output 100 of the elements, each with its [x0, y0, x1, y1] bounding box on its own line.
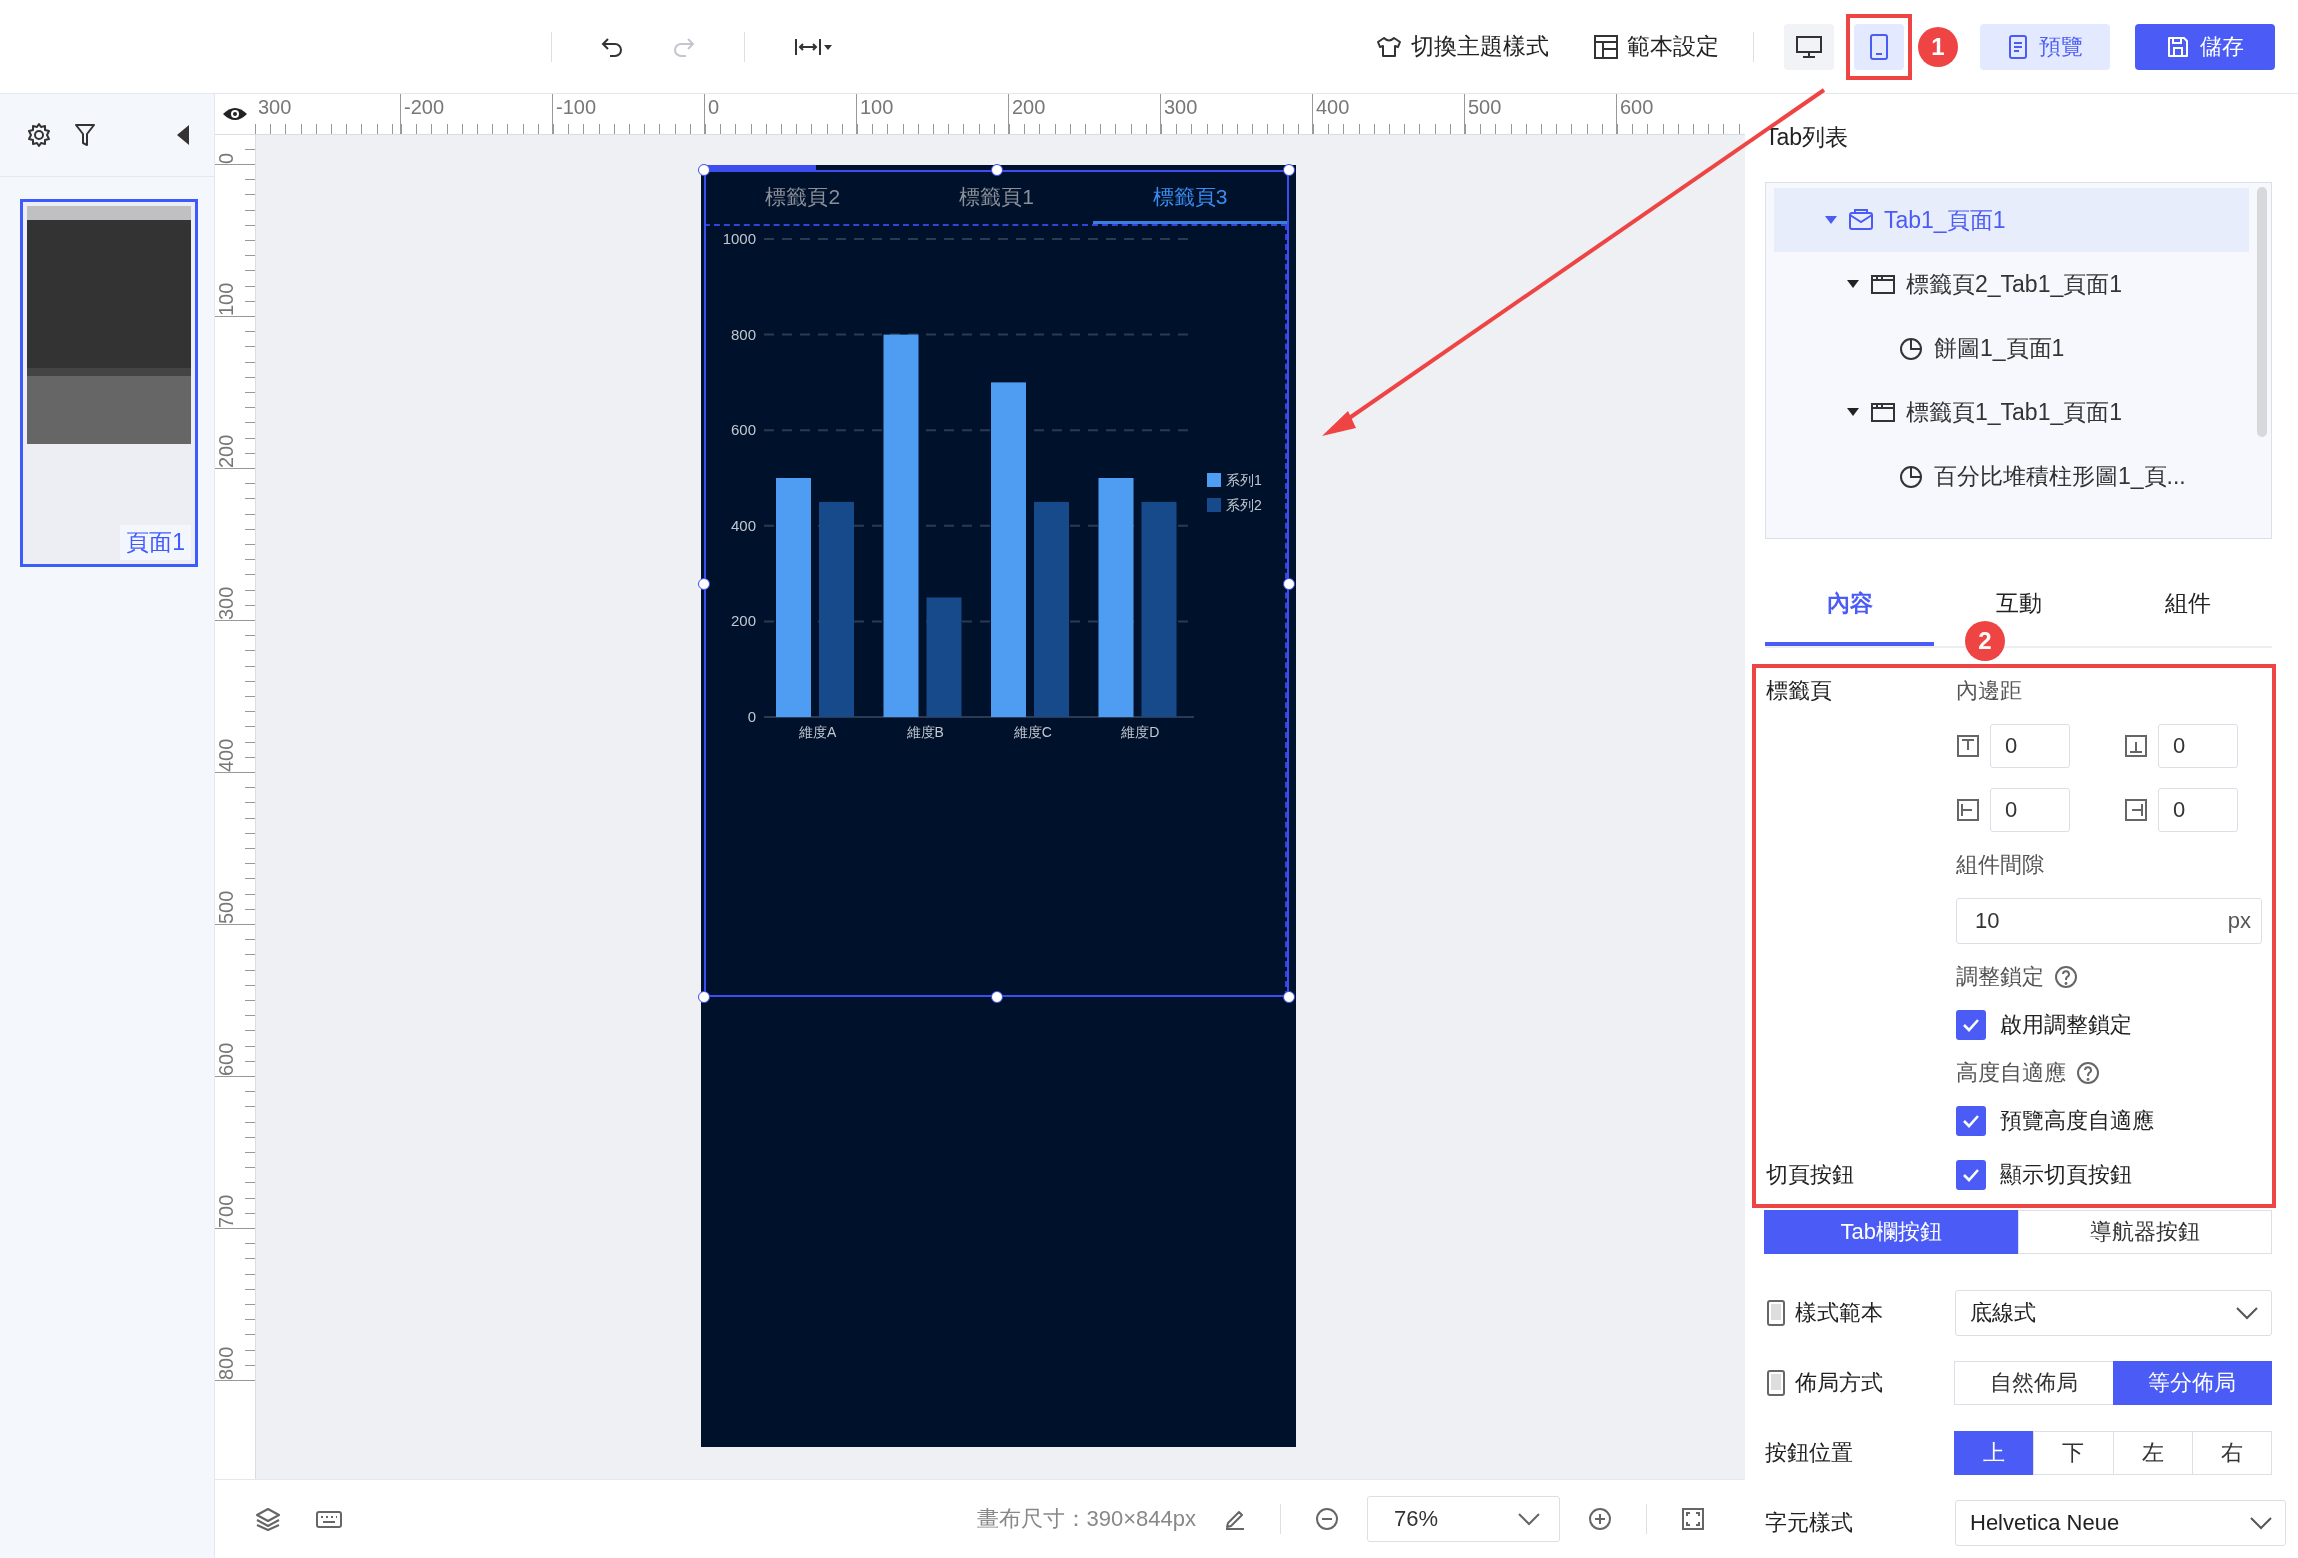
axis-tick-label: 600: [730, 421, 756, 439]
input-field[interactable]: 0: [1990, 788, 2070, 832]
ruler-label: 800: [215, 1346, 237, 1380]
padding-right-icon: [2124, 798, 2148, 822]
tab[interactable]: 內容: [1826, 586, 1873, 620]
axis-tick-label: 800: [730, 325, 756, 343]
help-icon[interactable]: [2076, 1061, 2100, 1085]
resize-handle[interactable]: [1283, 991, 1295, 1003]
checkmark-icon: [1962, 1168, 1980, 1182]
checkbox[interactable]: [1956, 1160, 1986, 1190]
segment-button[interactable]: 下: [2033, 1431, 2114, 1475]
checkmark-icon: [1962, 1018, 1980, 1032]
zoom-select[interactable]: 76%: [1367, 1496, 1560, 1542]
field-label: 調整鎖定: [1956, 963, 2044, 991]
checkbox[interactable]: [1956, 1106, 1986, 1136]
ruler-label: 700: [215, 1194, 237, 1228]
gap-field[interactable]: 10 px: [1956, 898, 2262, 944]
template-button[interactable]: 範本設定: [1589, 25, 1723, 68]
checkbox-label[interactable]: 預覽高度自適應: [2000, 1106, 2154, 1136]
tab[interactable]: 互動: [1995, 586, 2042, 620]
field-label: 佈局方式: [1795, 1369, 1883, 1397]
plus-circle-icon: [1588, 1507, 1612, 1531]
annotation-badge: 2: [1965, 621, 2005, 661]
resize-handle[interactable]: [1283, 164, 1295, 176]
padding-bottom-icon: [2124, 734, 2148, 758]
axis-category-label: 維度B: [906, 724, 944, 740]
axis-category-label: 維度C: [1013, 724, 1052, 740]
page-thumbnail[interactable]: 頁面1: [20, 199, 198, 567]
dropdown[interactable]: 底線式: [1955, 1290, 2272, 1336]
triangle-left-icon: [176, 124, 190, 146]
checkbox-label[interactable]: 啟用調整鎖定: [2000, 1010, 2132, 1040]
ruler-label: -100: [555, 95, 597, 119]
ruler-label: 600: [1619, 95, 1654, 119]
tree-item[interactable]: 標籤頁1_Tab1_頁面1: [1774, 380, 2249, 444]
save-icon: [2166, 34, 2190, 59]
annotation-badge: 1: [1918, 26, 1958, 67]
ruler-label: 200: [1011, 95, 1046, 119]
preview-button[interactable]: 預覽: [1980, 23, 2110, 70]
eye-icon[interactable]: [222, 105, 248, 123]
pie-chart-icon: [1898, 463, 1924, 489]
resize-handle[interactable]: [698, 991, 710, 1003]
tree-item[interactable]: Tab1_頁面1: [1774, 188, 2249, 252]
save-button[interactable]: 儲存: [2135, 23, 2275, 70]
preview-icon: [2007, 33, 2029, 60]
field-label: 樣式範本: [1795, 1299, 1883, 1327]
resize-handle[interactable]: [698, 164, 710, 176]
theme-button[interactable]: 切換主題樣式: [1371, 25, 1553, 68]
tab[interactable]: 標籤頁1: [899, 172, 1094, 224]
resize-handle[interactable]: [990, 164, 1003, 176]
canvas-size-text: 畫布尺寸：390×844px: [976, 1505, 1196, 1533]
chevron-down-icon: [1517, 1512, 1541, 1526]
filter-icon: [74, 122, 96, 148]
resize-handle[interactable]: [1283, 577, 1295, 590]
input-field[interactable]: 10: [1975, 908, 2220, 934]
input-field[interactable]: 0: [1990, 724, 2070, 768]
field-label: 字元樣式: [1765, 1509, 1853, 1537]
input-field[interactable]: 0: [2158, 788, 2238, 832]
segment-button[interactable]: 等分佈局: [2112, 1361, 2272, 1405]
segment-button[interactable]: 自然佈局: [1954, 1361, 2114, 1405]
checkmark-icon: [1962, 1114, 1980, 1128]
checkbox[interactable]: [1956, 1010, 1986, 1040]
field-label: 按鈕位置: [1765, 1439, 1853, 1467]
ruler-label: -200: [403, 95, 445, 119]
resize-handle[interactable]: [698, 577, 710, 590]
settings-icon: [26, 122, 52, 148]
fullscreen-icon: [1681, 1507, 1705, 1531]
tree-item[interactable]: 餅圖1_頁面1: [1774, 316, 2249, 380]
help-icon[interactable]: [2054, 965, 2078, 989]
redo-icon: [672, 35, 696, 58]
tree-item[interactable]: 百分比堆積柱形圖1_頁...: [1774, 444, 2249, 508]
tabs-icon: [1848, 207, 1874, 233]
legend-swatch: [1207, 473, 1221, 487]
segment-button[interactable]: 上: [1954, 1431, 2035, 1475]
checkbox-label[interactable]: 顯示切頁按鈕: [2000, 1160, 2132, 1190]
ruler-label: 200: [215, 434, 237, 468]
ruler-label: 100: [859, 95, 894, 119]
ruler-label: 400: [215, 738, 237, 772]
segment-button[interactable]: 左: [2112, 1431, 2193, 1475]
segment-button[interactable]: 導航器按鈕: [2017, 1210, 2272, 1254]
dropdown[interactable]: Helvetica Neue: [1955, 1500, 2286, 1546]
input-field[interactable]: 0: [2158, 724, 2238, 768]
unit-label: px: [2227, 908, 2251, 934]
segment-button[interactable]: 右: [2191, 1431, 2272, 1475]
segment-button[interactable]: Tab欄按鈕: [1764, 1210, 2019, 1254]
tab[interactable]: 標籤頁2: [706, 172, 900, 224]
scrollbar[interactable]: [2257, 187, 2267, 437]
mobile-mode-button[interactable]: [1854, 23, 1904, 70]
field-label: 組件間隙: [1956, 851, 2045, 879]
padding-top-icon: [1956, 734, 1980, 758]
ruler-label: 300: [1163, 95, 1198, 119]
axis-category-label: 維度D: [1121, 724, 1160, 740]
ruler-label: 600: [215, 1042, 237, 1076]
desktop-mode-button[interactable]: [1784, 23, 1834, 70]
chevron-down-icon: [2235, 1306, 2259, 1320]
template-icon: [1593, 33, 1619, 60]
tree-item[interactable]: 標籤頁2_Tab1_頁面1: [1774, 252, 2249, 316]
ruler-label: 0: [707, 95, 720, 119]
resize-handle[interactable]: [990, 991, 1003, 1003]
phone-icon: [1765, 1299, 1787, 1327]
tab[interactable]: 組件: [2164, 586, 2211, 620]
